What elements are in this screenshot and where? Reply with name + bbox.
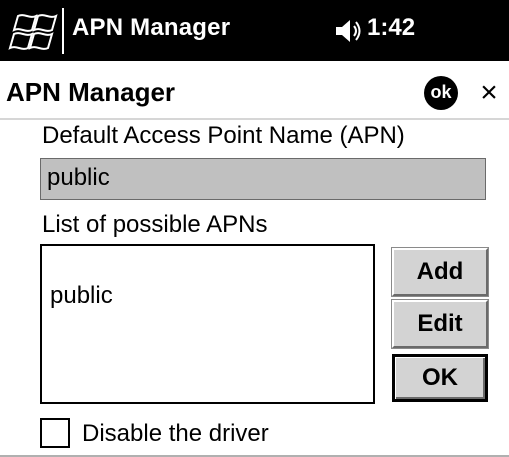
default-apn-label: Default Access Point Name (APN)	[42, 122, 405, 149]
taskbar-title: APN Manager	[72, 14, 231, 41]
list-item[interactable]: public	[50, 282, 113, 310]
clock-time[interactable]: 1:42	[367, 14, 415, 42]
taskbar: APN Manager 1:42	[0, 0, 509, 61]
apn-list-label: List of possible APNs	[42, 211, 268, 238]
add-button[interactable]: Add	[391, 247, 489, 297]
ok-button[interactable]: OK	[392, 354, 488, 402]
windows-start-icon[interactable]	[8, 10, 60, 54]
page-title: APN Manager	[6, 77, 176, 107]
disable-driver-label: Disable the driver	[82, 420, 269, 447]
apn-list[interactable]: public	[40, 244, 375, 404]
disable-driver-checkbox[interactable]	[40, 418, 70, 448]
edit-button[interactable]: Edit	[391, 299, 489, 349]
taskbar-separator	[62, 8, 64, 54]
close-button[interactable]: ×	[472, 73, 506, 113]
default-apn-field[interactable]: public	[40, 158, 486, 200]
header-ok-button[interactable]: ok	[424, 76, 458, 110]
speaker-icon[interactable]	[332, 16, 362, 46]
app-header: APN Manager ok ×	[0, 68, 509, 120]
